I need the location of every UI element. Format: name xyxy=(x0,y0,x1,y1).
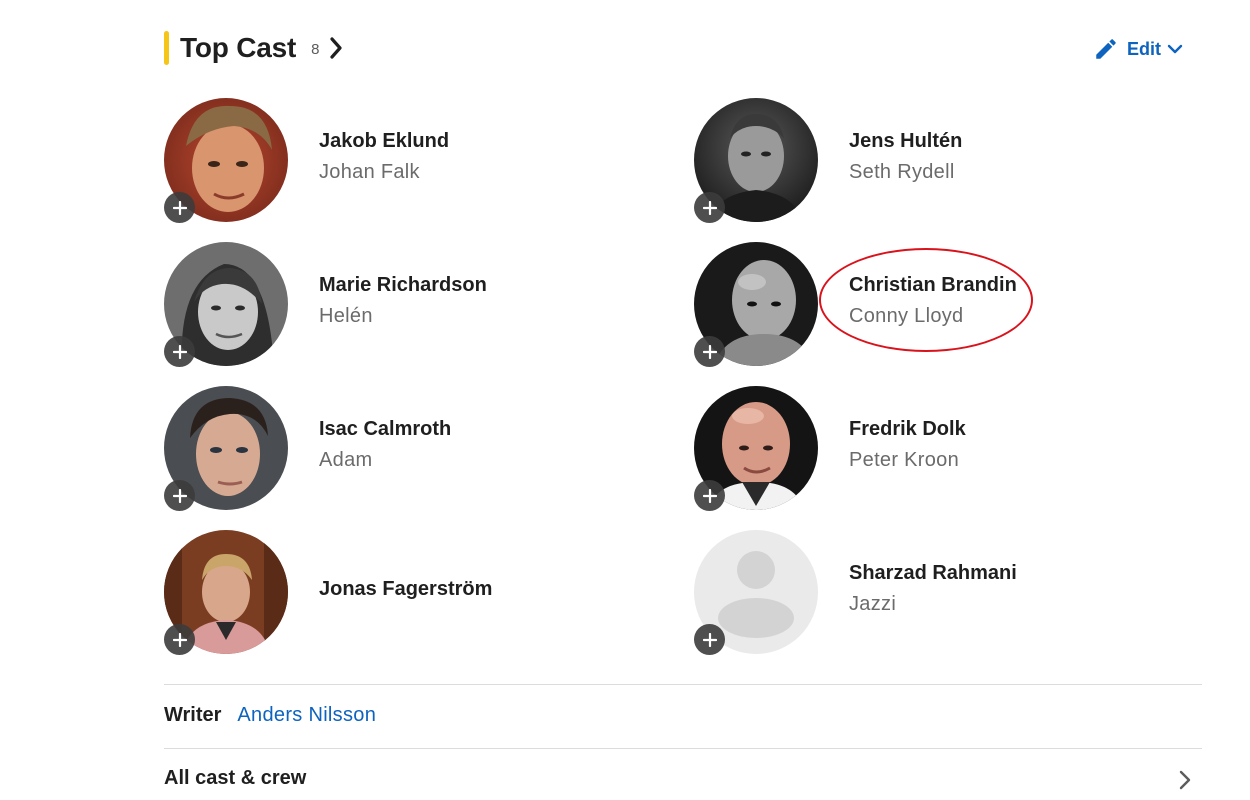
cast-item[interactable]: Jens Hultén Seth Rydell xyxy=(694,98,1154,223)
character-name[interactable]: Peter Kroon xyxy=(849,449,959,472)
section-title[interactable]: Top Cast xyxy=(180,32,296,64)
cast-item[interactable]: Fredrik Dolk Peter Kroon xyxy=(694,386,1154,511)
character-name[interactable]: Jazzi xyxy=(849,593,896,616)
add-to-watchlist-button[interactable] xyxy=(164,480,195,511)
cast-item[interactable]: Jakob Eklund Johan Falk xyxy=(164,98,624,223)
pencil-icon xyxy=(1093,36,1119,62)
avatar[interactable] xyxy=(164,98,288,223)
actor-name[interactable]: Sharzad Rahmani xyxy=(849,562,1017,585)
cast-item[interactable]: Marie Richardson Helén xyxy=(164,242,624,367)
section-header: Top Cast 8 xyxy=(164,30,343,66)
cast-count: 8 xyxy=(311,40,320,58)
add-to-watchlist-button[interactable] xyxy=(694,480,725,511)
add-to-watchlist-button[interactable] xyxy=(164,192,195,223)
avatar[interactable] xyxy=(694,98,818,223)
plus-icon xyxy=(702,344,717,359)
character-name[interactable]: Helén xyxy=(319,305,373,328)
plus-icon xyxy=(172,200,187,215)
writer-label: Writer xyxy=(164,704,222,726)
cast-item[interactable]: Isac Calmroth Adam xyxy=(164,386,624,511)
avatar[interactable] xyxy=(694,242,818,367)
cast-item[interactable]: Sharzad Rahmani Jazzi xyxy=(694,530,1154,655)
divider xyxy=(164,748,1202,749)
accent-bar xyxy=(164,31,169,65)
actor-name[interactable]: Fredrik Dolk xyxy=(849,418,966,441)
add-to-watchlist-button[interactable] xyxy=(694,624,725,655)
avatar[interactable] xyxy=(694,530,818,655)
character-name[interactable]: Conny Lloyd xyxy=(849,305,963,328)
actor-name[interactable]: Jakob Eklund xyxy=(319,130,449,153)
actor-name[interactable]: Jens Hultén xyxy=(849,130,962,153)
actor-name[interactable]: Isac Calmroth xyxy=(319,418,451,441)
chevron-right-icon[interactable] xyxy=(329,37,343,59)
add-to-watchlist-button[interactable] xyxy=(694,192,725,223)
character-name[interactable]: Johan Falk xyxy=(319,161,420,184)
plus-icon xyxy=(172,488,187,503)
character-name[interactable]: Adam xyxy=(319,449,372,472)
add-to-watchlist-button[interactable] xyxy=(164,624,195,655)
edit-label: Edit xyxy=(1127,38,1161,59)
chevron-right-icon[interactable] xyxy=(1179,770,1191,790)
edit-button[interactable]: Edit xyxy=(1093,36,1183,62)
cast-item[interactable]: Jonas Fagerström xyxy=(164,530,624,655)
writer-credit-row: Writer Anders Nilsson xyxy=(164,704,376,727)
plus-icon xyxy=(702,488,717,503)
actor-name[interactable]: Christian Brandin xyxy=(849,274,1017,297)
add-to-watchlist-button[interactable] xyxy=(694,336,725,367)
cast-item[interactable]: Christian Brandin Conny Lloyd xyxy=(694,242,1154,367)
actor-name[interactable]: Marie Richardson xyxy=(319,274,487,297)
avatar[interactable] xyxy=(164,386,288,511)
divider xyxy=(164,684,1202,685)
plus-icon xyxy=(702,632,717,647)
avatar[interactable] xyxy=(164,530,288,655)
avatar[interactable] xyxy=(694,386,818,511)
all-cast-crew-link[interactable]: All cast & crew xyxy=(164,767,306,790)
plus-icon xyxy=(702,200,717,215)
plus-icon xyxy=(172,632,187,647)
avatar[interactable] xyxy=(164,242,288,367)
character-name[interactable]: Seth Rydell xyxy=(849,161,955,184)
chevron-down-icon xyxy=(1167,43,1183,55)
actor-name[interactable]: Jonas Fagerström xyxy=(319,578,492,601)
writer-link[interactable]: Anders Nilsson xyxy=(237,704,376,727)
add-to-watchlist-button[interactable] xyxy=(164,336,195,367)
plus-icon xyxy=(172,344,187,359)
